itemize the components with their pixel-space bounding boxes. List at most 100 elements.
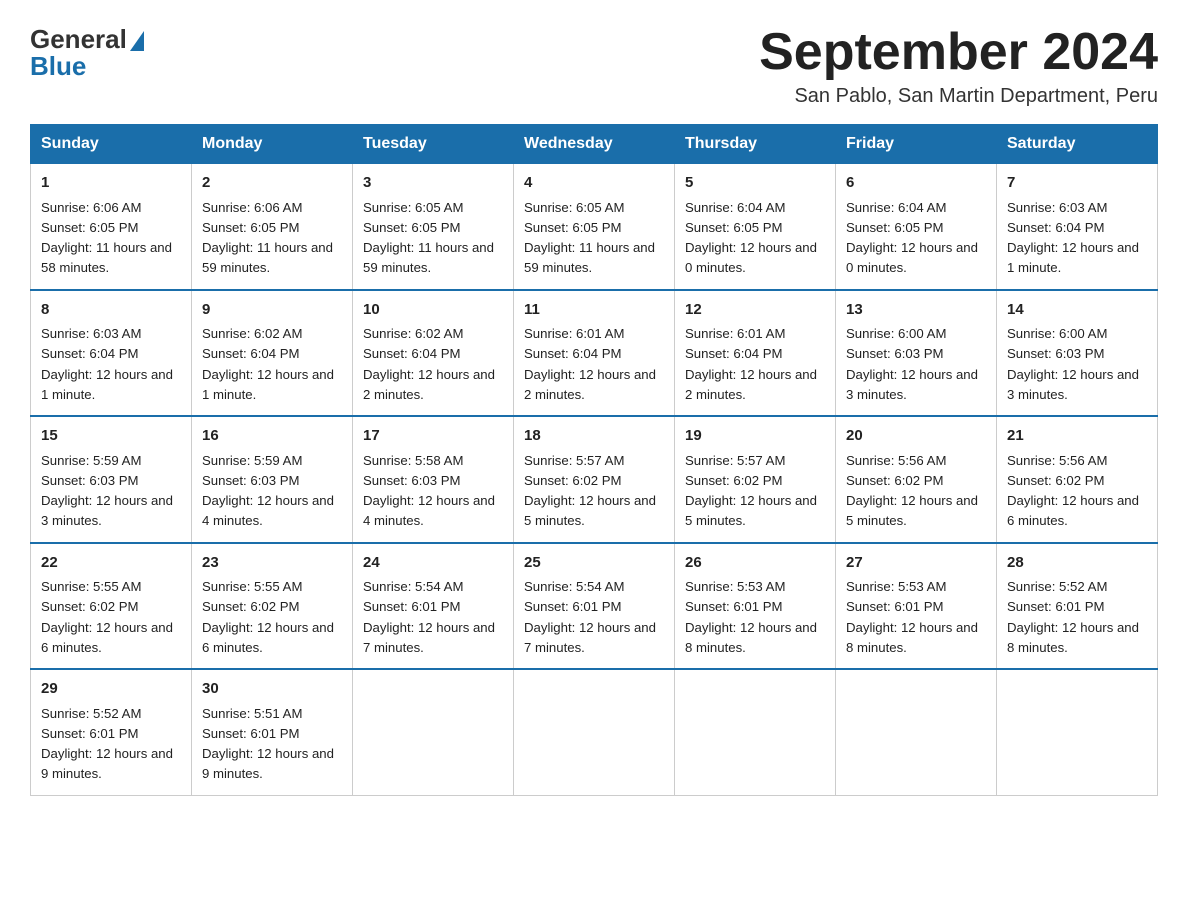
table-row: 23 Sunrise: 5:55 AMSunset: 6:02 PMDaylig… xyxy=(192,543,353,670)
col-friday: Friday xyxy=(836,125,997,164)
day-number: 10 xyxy=(363,299,503,322)
day-number: 30 xyxy=(202,678,342,701)
day-number: 25 xyxy=(524,552,664,575)
day-number: 22 xyxy=(41,552,181,575)
day-info: Sunrise: 5:56 AMSunset: 6:02 PMDaylight:… xyxy=(1007,453,1139,529)
calendar-week-row: 29 Sunrise: 5:52 AMSunset: 6:01 PMDaylig… xyxy=(31,669,1158,795)
day-info: Sunrise: 5:52 AMSunset: 6:01 PMDaylight:… xyxy=(1007,579,1139,655)
table-row: 14 Sunrise: 6:00 AMSunset: 6:03 PMDaylig… xyxy=(997,290,1158,417)
table-row: 30 Sunrise: 5:51 AMSunset: 6:01 PMDaylig… xyxy=(192,669,353,795)
day-info: Sunrise: 6:02 AMSunset: 6:04 PMDaylight:… xyxy=(363,326,495,402)
day-info: Sunrise: 5:59 AMSunset: 6:03 PMDaylight:… xyxy=(41,453,173,529)
day-number: 29 xyxy=(41,678,181,701)
table-row: 11 Sunrise: 6:01 AMSunset: 6:04 PMDaylig… xyxy=(514,290,675,417)
table-row: 27 Sunrise: 5:53 AMSunset: 6:01 PMDaylig… xyxy=(836,543,997,670)
table-row: 10 Sunrise: 6:02 AMSunset: 6:04 PMDaylig… xyxy=(353,290,514,417)
table-row: 7 Sunrise: 6:03 AMSunset: 6:04 PMDayligh… xyxy=(997,164,1158,290)
table-row: 2 Sunrise: 6:06 AMSunset: 6:05 PMDayligh… xyxy=(192,164,353,290)
day-number: 27 xyxy=(846,552,986,575)
day-info: Sunrise: 5:54 AMSunset: 6:01 PMDaylight:… xyxy=(363,579,495,655)
table-row: 13 Sunrise: 6:00 AMSunset: 6:03 PMDaylig… xyxy=(836,290,997,417)
day-info: Sunrise: 6:06 AMSunset: 6:05 PMDaylight:… xyxy=(202,200,333,276)
table-row xyxy=(997,669,1158,795)
day-info: Sunrise: 5:53 AMSunset: 6:01 PMDaylight:… xyxy=(685,579,817,655)
day-number: 14 xyxy=(1007,299,1147,322)
day-info: Sunrise: 6:03 AMSunset: 6:04 PMDaylight:… xyxy=(1007,200,1139,276)
table-row xyxy=(836,669,997,795)
day-number: 20 xyxy=(846,425,986,448)
day-info: Sunrise: 5:56 AMSunset: 6:02 PMDaylight:… xyxy=(846,453,978,529)
table-row: 15 Sunrise: 5:59 AMSunset: 6:03 PMDaylig… xyxy=(31,416,192,543)
table-row: 29 Sunrise: 5:52 AMSunset: 6:01 PMDaylig… xyxy=(31,669,192,795)
title-block: September 2024 San Pablo, San Martin Dep… xyxy=(759,24,1158,108)
day-info: Sunrise: 6:00 AMSunset: 6:03 PMDaylight:… xyxy=(846,326,978,402)
day-info: Sunrise: 5:59 AMSunset: 6:03 PMDaylight:… xyxy=(202,453,334,529)
day-info: Sunrise: 6:02 AMSunset: 6:04 PMDaylight:… xyxy=(202,326,334,402)
table-row: 28 Sunrise: 5:52 AMSunset: 6:01 PMDaylig… xyxy=(997,543,1158,670)
table-row: 21 Sunrise: 5:56 AMSunset: 6:02 PMDaylig… xyxy=(997,416,1158,543)
day-number: 23 xyxy=(202,552,342,575)
day-info: Sunrise: 5:57 AMSunset: 6:02 PMDaylight:… xyxy=(524,453,656,529)
table-row xyxy=(514,669,675,795)
day-number: 3 xyxy=(363,172,503,195)
day-number: 7 xyxy=(1007,172,1147,195)
table-row: 1 Sunrise: 6:06 AMSunset: 6:05 PMDayligh… xyxy=(31,164,192,290)
day-info: Sunrise: 5:53 AMSunset: 6:01 PMDaylight:… xyxy=(846,579,978,655)
day-number: 9 xyxy=(202,299,342,322)
logo-triangle-icon xyxy=(130,31,144,51)
calendar-week-row: 8 Sunrise: 6:03 AMSunset: 6:04 PMDayligh… xyxy=(31,290,1158,417)
day-info: Sunrise: 5:54 AMSunset: 6:01 PMDaylight:… xyxy=(524,579,656,655)
day-number: 12 xyxy=(685,299,825,322)
page-header: General Blue September 2024 San Pablo, S… xyxy=(30,24,1158,108)
day-info: Sunrise: 5:52 AMSunset: 6:01 PMDaylight:… xyxy=(41,706,173,782)
day-info: Sunrise: 5:55 AMSunset: 6:02 PMDaylight:… xyxy=(202,579,334,655)
logo: General Blue xyxy=(30,24,144,82)
logo-blue-label: Blue xyxy=(30,51,86,82)
day-number: 6 xyxy=(846,172,986,195)
day-number: 16 xyxy=(202,425,342,448)
table-row: 3 Sunrise: 6:05 AMSunset: 6:05 PMDayligh… xyxy=(353,164,514,290)
table-row: 5 Sunrise: 6:04 AMSunset: 6:05 PMDayligh… xyxy=(675,164,836,290)
day-info: Sunrise: 6:03 AMSunset: 6:04 PMDaylight:… xyxy=(41,326,173,402)
day-number: 11 xyxy=(524,299,664,322)
day-info: Sunrise: 6:01 AMSunset: 6:04 PMDaylight:… xyxy=(524,326,656,402)
day-number: 5 xyxy=(685,172,825,195)
page-subtitle: San Pablo, San Martin Department, Peru xyxy=(759,85,1158,108)
col-thursday: Thursday xyxy=(675,125,836,164)
day-number: 8 xyxy=(41,299,181,322)
day-info: Sunrise: 6:04 AMSunset: 6:05 PMDaylight:… xyxy=(685,200,817,276)
day-info: Sunrise: 5:55 AMSunset: 6:02 PMDaylight:… xyxy=(41,579,173,655)
day-info: Sunrise: 5:58 AMSunset: 6:03 PMDaylight:… xyxy=(363,453,495,529)
table-row: 12 Sunrise: 6:01 AMSunset: 6:04 PMDaylig… xyxy=(675,290,836,417)
day-info: Sunrise: 6:04 AMSunset: 6:05 PMDaylight:… xyxy=(846,200,978,276)
table-row: 9 Sunrise: 6:02 AMSunset: 6:04 PMDayligh… xyxy=(192,290,353,417)
col-wednesday: Wednesday xyxy=(514,125,675,164)
table-row: 20 Sunrise: 5:56 AMSunset: 6:02 PMDaylig… xyxy=(836,416,997,543)
table-row: 16 Sunrise: 5:59 AMSunset: 6:03 PMDaylig… xyxy=(192,416,353,543)
day-number: 28 xyxy=(1007,552,1147,575)
col-saturday: Saturday xyxy=(997,125,1158,164)
calendar-week-row: 1 Sunrise: 6:06 AMSunset: 6:05 PMDayligh… xyxy=(31,164,1158,290)
col-tuesday: Tuesday xyxy=(353,125,514,164)
day-number: 21 xyxy=(1007,425,1147,448)
day-number: 24 xyxy=(363,552,503,575)
day-info: Sunrise: 5:57 AMSunset: 6:02 PMDaylight:… xyxy=(685,453,817,529)
table-row: 8 Sunrise: 6:03 AMSunset: 6:04 PMDayligh… xyxy=(31,290,192,417)
day-number: 1 xyxy=(41,172,181,195)
day-number: 13 xyxy=(846,299,986,322)
table-row: 25 Sunrise: 5:54 AMSunset: 6:01 PMDaylig… xyxy=(514,543,675,670)
day-number: 4 xyxy=(524,172,664,195)
table-row: 18 Sunrise: 5:57 AMSunset: 6:02 PMDaylig… xyxy=(514,416,675,543)
table-row: 4 Sunrise: 6:05 AMSunset: 6:05 PMDayligh… xyxy=(514,164,675,290)
page-title: September 2024 xyxy=(759,24,1158,81)
table-row: 22 Sunrise: 5:55 AMSunset: 6:02 PMDaylig… xyxy=(31,543,192,670)
day-info: Sunrise: 6:01 AMSunset: 6:04 PMDaylight:… xyxy=(685,326,817,402)
table-row: 6 Sunrise: 6:04 AMSunset: 6:05 PMDayligh… xyxy=(836,164,997,290)
day-number: 18 xyxy=(524,425,664,448)
day-info: Sunrise: 6:05 AMSunset: 6:05 PMDaylight:… xyxy=(363,200,494,276)
table-row: 17 Sunrise: 5:58 AMSunset: 6:03 PMDaylig… xyxy=(353,416,514,543)
table-row: 19 Sunrise: 5:57 AMSunset: 6:02 PMDaylig… xyxy=(675,416,836,543)
table-row xyxy=(353,669,514,795)
day-number: 2 xyxy=(202,172,342,195)
day-info: Sunrise: 6:05 AMSunset: 6:05 PMDaylight:… xyxy=(524,200,655,276)
